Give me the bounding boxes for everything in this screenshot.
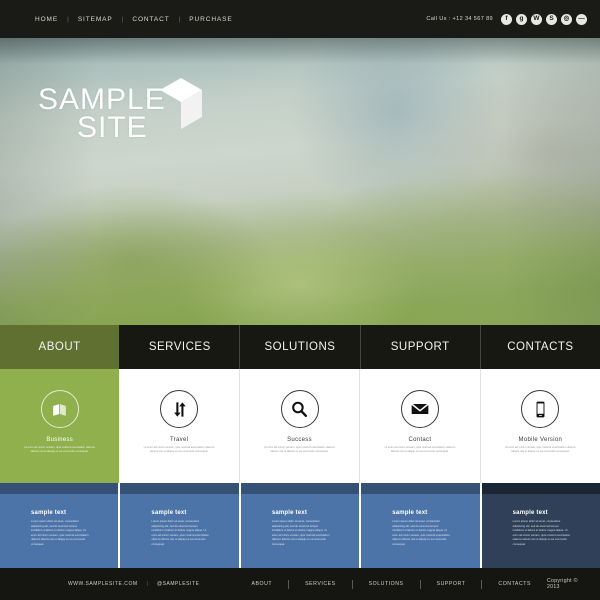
top-nav-item-sitemap[interactable]: SITEMAP	[69, 16, 122, 23]
feature-description: Ut enim ad minim veniam, quis nostrud ex…	[384, 446, 456, 454]
feature-title: Success	[287, 437, 312, 443]
smartphone-icon	[521, 390, 560, 428]
feature-description: Ut enim ad minim veniam, quis nostrud ex…	[143, 446, 215, 454]
feature-title: Travel	[169, 437, 189, 443]
feature-description: Ut enim ad minim veniam, quis nostrud ex…	[504, 446, 576, 454]
main-nav-item-about[interactable]: ABOUT	[0, 325, 121, 369]
content-panel-row: sample text Lorem ipsum dolor sit amet, c…	[0, 483, 600, 568]
panel-description: Lorem ipsum dolor sit amet, consectetur …	[271, 520, 330, 546]
footer: WWW.SAMPLESITE.COM | @SAMPLESITE ABOUT SE…	[0, 568, 600, 600]
panel-description: Lorem ipsum dolor sit amet, consectetur …	[512, 520, 571, 546]
footer-nav-item-about[interactable]: ABOUT	[235, 581, 288, 587]
main-nav-item-support[interactable]: SUPPORT	[360, 325, 481, 369]
feature-card-success[interactable]: Success Ut enim ad minim veniam, quis nos…	[239, 369, 361, 483]
footer-separator: |	[146, 581, 148, 587]
feature-description: Ut enim ad minim veniam, quis nostrud ex…	[264, 446, 335, 454]
flickr-icon[interactable]: ◎	[561, 13, 572, 25]
social-icons: f g W S ◎ —	[501, 13, 587, 25]
feature-card-mobile-version[interactable]: Mobile Version Ut enim ad minim veniam, q…	[480, 369, 600, 483]
transfer-arrows-icon	[160, 390, 199, 428]
magnifier-icon	[280, 390, 319, 428]
top-navigation: HOME | SITEMAP | CONTACT | PURCHASE	[13, 16, 242, 23]
panel-title: sample text	[512, 510, 548, 516]
footer-navigation: ABOUT SERVICES SOLUTIONS SUPPORT CONTACTS	[235, 579, 547, 589]
site-logo[interactable]: SAMPLE SITE	[38, 78, 202, 142]
footer-nav-item-contacts[interactable]: CONTACTS	[482, 581, 547, 587]
hero-banner: SAMPLE SITE	[0, 38, 600, 325]
call-us-text: Call Us : +12 34 567 89	[426, 16, 493, 22]
feature-description: Ut enim ad minim veniam, quis nostrud ex…	[24, 446, 96, 454]
main-nav-item-solutions[interactable]: SOLUTIONS	[240, 325, 361, 369]
feature-card-contact[interactable]: Contact Ut enim ad minim veniam, quis nos…	[360, 369, 481, 483]
feature-card-travel[interactable]: Travel Ut enim ad minim veniam, quis nost…	[119, 369, 240, 483]
top-bar: HOME | SITEMAP | CONTACT | PURCHASE Call Us : …	[0, 0, 600, 38]
top-bar-right: Call Us : +12 34 567 89 f g W S ◎ —	[426, 13, 587, 25]
panel-description: Lorem ipsum dolor sit amet, consectetur …	[151, 520, 209, 546]
footer-nav-item-services[interactable]: SERVICES	[289, 581, 352, 587]
content-panel[interactable]: sample text Lorem ipsum dolor sit amet, c…	[0, 483, 121, 568]
feature-title: Mobile Version	[518, 437, 563, 443]
feature-card-business[interactable]: Business Ut enim ad minim veniam, quis no…	[0, 369, 120, 483]
main-nav-item-services[interactable]: SERVICES	[120, 325, 241, 369]
footer-handle-link[interactable]: @SAMPLESITE	[157, 581, 200, 587]
main-navigation: ABOUT SERVICES SOLUTIONS SUPPORT CONTACTS	[0, 325, 600, 369]
top-nav-item-home[interactable]: HOME	[26, 16, 67, 23]
feature-row: Business Ut enim ad minim veniam, quis no…	[0, 369, 600, 483]
panel-title: sample text	[151, 510, 187, 516]
footer-left: WWW.SAMPLESITE.COM | @SAMPLESITE	[0, 581, 199, 587]
content-panel[interactable]: sample text Lorem ipsum dolor sit amet, c…	[361, 483, 482, 568]
book-icon	[40, 390, 79, 428]
content-panel[interactable]: sample text Lorem ipsum dolor sit amet, c…	[240, 483, 362, 568]
feature-title: Contact	[408, 437, 432, 443]
top-nav-item-contact[interactable]: CONTACT	[123, 16, 178, 23]
content-panel[interactable]: sample text Lorem ipsum dolor sit amet, c…	[481, 483, 600, 568]
main-nav-item-contacts[interactable]: CONTACTS	[480, 325, 600, 369]
footer-nav-item-solutions[interactable]: SOLUTIONS	[353, 581, 420, 587]
content-panel[interactable]: sample text Lorem ipsum dolor sit amet, c…	[120, 483, 241, 568]
wordpress-icon[interactable]: W	[531, 13, 542, 25]
rss-icon[interactable]: —	[576, 13, 587, 25]
panel-title: sample text	[392, 510, 428, 516]
panel-title: sample text	[271, 510, 308, 516]
website-template-page: HOME | SITEMAP | CONTACT | PURCHASE Call Us : …	[0, 0, 600, 600]
facebook-icon[interactable]: f	[501, 13, 512, 25]
cube-logo-icon	[160, 78, 202, 129]
skype-icon[interactable]: S	[546, 13, 557, 25]
hero-vignette	[0, 38, 600, 325]
panel-title: sample text	[31, 510, 67, 516]
feature-title: Business	[46, 437, 74, 443]
footer-website-link[interactable]: WWW.SAMPLESITE.COM	[68, 581, 138, 587]
panel-description: Lorem ipsum dolor sit amet, consectetur …	[31, 520, 89, 546]
footer-nav-item-support[interactable]: SUPPORT	[421, 581, 482, 587]
panel-description: Lorem ipsum dolor sit amet, consectetur …	[392, 520, 450, 546]
google-plus-icon[interactable]: g	[516, 13, 527, 25]
envelope-icon	[400, 390, 439, 428]
footer-copyright: Copyright © 2013	[546, 578, 578, 590]
top-nav-item-purchase[interactable]: PURCHASE	[180, 16, 241, 23]
